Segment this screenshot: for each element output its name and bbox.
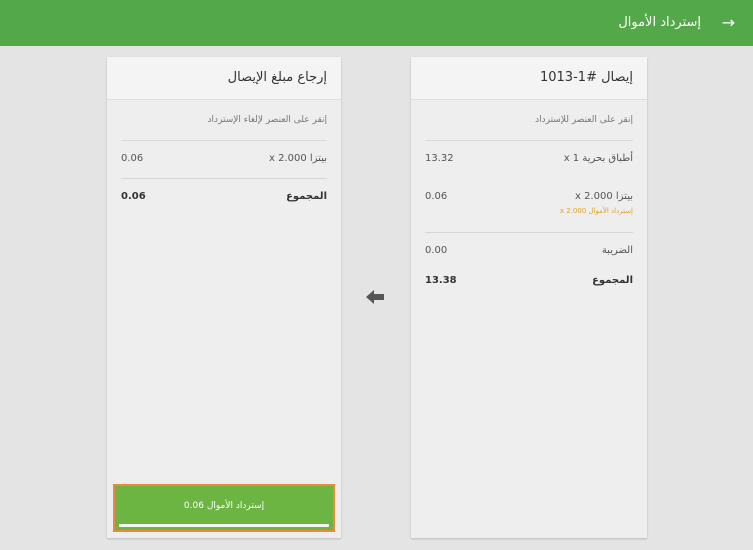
refund-item-row[interactable]: بيتزا 2.000 x 0.06 xyxy=(121,141,327,179)
receipt-total-row: المجموع 13.38 xyxy=(425,269,633,305)
receipt-item-row[interactable]: أطباق بحرية 1 x 13.32 xyxy=(425,141,633,181)
receipt-total-amount: 13.38 xyxy=(425,275,457,286)
refund-receipt-card: إرجاع مبلغ الإيصال إنقر على العنصر لإلغا… xyxy=(107,57,341,538)
refund-button[interactable]: إسترداد الأموال 0.06 xyxy=(113,484,335,532)
tax-row: الضريبة 0.00 xyxy=(425,233,633,269)
receipt-total-label: المجموع xyxy=(592,275,633,286)
arrow-right-icon[interactable]: → xyxy=(722,0,735,46)
refund-total-amount: 0.06 xyxy=(121,191,146,202)
page-title: إسترداد الأموال xyxy=(618,15,701,30)
receipt-item-name: بيتزا 2.000 x xyxy=(574,191,633,202)
receipt-title: إيصال #1-1013 xyxy=(411,57,647,100)
refund-item-name: بيتزا 2.000 x xyxy=(268,153,327,164)
receipt-item-row[interactable]: بيتزا 2.000 x 0.06 إسترداد الأموال 2.000… xyxy=(425,181,633,233)
arrow-left-icon xyxy=(366,290,384,304)
refund-hint: إنقر على العنصر لإلغاء الإسترداد xyxy=(121,100,327,141)
refund-note: إسترداد الأموال 2.000 x xyxy=(559,207,633,215)
refund-button-progress xyxy=(119,524,329,527)
receipt-hint: إنقر على العنصر للإسترداد xyxy=(425,100,633,141)
app-bar: إسترداد الأموال → xyxy=(0,0,753,46)
receipt-item-amount: 0.06 xyxy=(425,191,448,202)
refund-receipt-title: إرجاع مبلغ الإيصال xyxy=(107,57,341,100)
tax-amount: 0.00 xyxy=(425,245,448,256)
tax-label: الضريبة xyxy=(601,245,633,256)
receipt-card: إيصال #1-1013 إنقر على العنصر للإسترداد … xyxy=(411,57,647,538)
refund-button-label: إسترداد الأموال 0.06 xyxy=(183,501,265,511)
refund-total-row: المجموع 0.06 xyxy=(121,179,327,213)
refund-item-amount: 0.06 xyxy=(121,153,144,164)
refund-total-label: المجموع xyxy=(286,191,327,202)
receipt-item-amount: 13.32 xyxy=(425,153,454,164)
receipt-item-name: أطباق بحرية 1 x xyxy=(563,153,633,164)
